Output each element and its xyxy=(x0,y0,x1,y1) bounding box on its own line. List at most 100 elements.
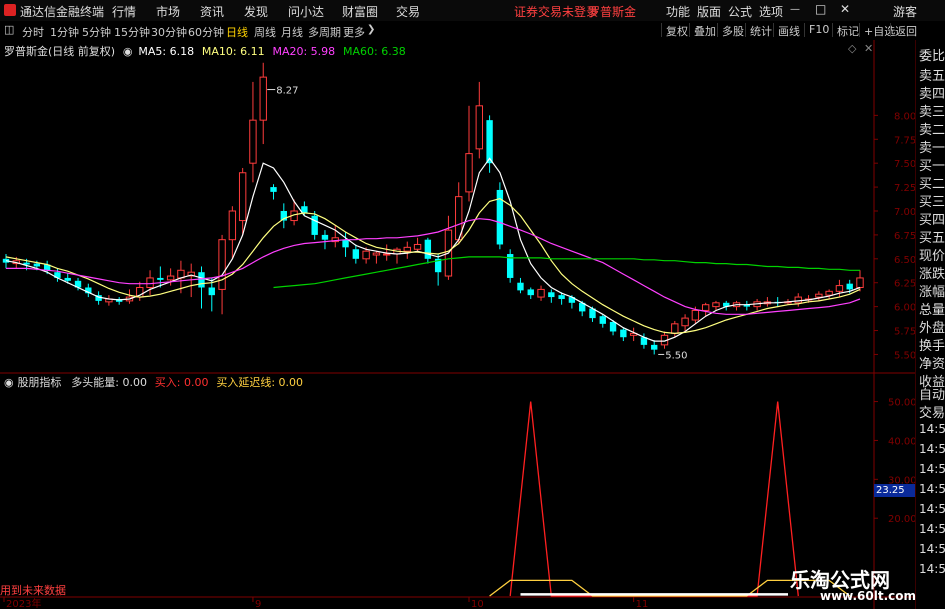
period-tab-30min[interactable]: 30分钟 xyxy=(151,24,187,40)
time-tick-label: 9 xyxy=(255,599,261,609)
period-tab-monthly[interactable]: 月线 xyxy=(281,24,303,40)
candle-body-down xyxy=(64,277,71,281)
settings-circle-icon[interactable]: ◉ xyxy=(123,45,133,58)
sidebar-item-last-price[interactable]: 现价 xyxy=(919,245,945,264)
candle-body-down xyxy=(527,289,534,296)
sidebar-item-bid3[interactable]: 买三 xyxy=(919,191,945,210)
candle-body-up xyxy=(383,253,391,256)
indicator-tick-label: 20.00 xyxy=(888,514,915,525)
sidebar-item-change-pct[interactable]: 涨幅 xyxy=(919,281,945,300)
period-tab-multi[interactable]: 多周期 xyxy=(308,24,341,40)
tool-mark[interactable]: 标记 xyxy=(832,23,859,38)
sidebar-item-change[interactable]: 涨跌 xyxy=(919,263,945,282)
menu-formula[interactable]: 公式 xyxy=(728,3,752,20)
app-logo-icon xyxy=(4,4,16,16)
candle-body-down xyxy=(558,295,565,299)
quote-sidebar: 委比 卖五 卖四 卖三 卖二 卖一 买一 买二 买三 买四 买五 现价 涨跌 涨… xyxy=(915,40,945,609)
sidebar-time: 14:56 xyxy=(919,442,945,456)
sidebar-item-ask3[interactable]: 卖三 xyxy=(919,101,945,120)
tool-multi-stock[interactable]: 多股 xyxy=(717,23,744,38)
menu-trade[interactable]: 交易 xyxy=(396,3,420,20)
price-tick-label: 5.75 xyxy=(894,327,915,338)
panel-close-icon[interactable]: ✕ xyxy=(864,42,873,55)
tool-statistics[interactable]: 统计 xyxy=(745,23,772,38)
sidebar-item-auto[interactable]: 自动 xyxy=(919,384,945,403)
menu-ask-xiaoda[interactable]: 问小达 xyxy=(288,3,324,20)
candle-body-down xyxy=(548,292,555,298)
kline-chart[interactable]: 5.50 5.75 6.00 6.25 6.50 6.75 7.00 7.25 7.50 7.75… xyxy=(0,40,915,609)
period-tab-daily[interactable]: 日线 xyxy=(226,24,248,40)
menu-options[interactable]: 选项 xyxy=(759,3,783,20)
period-tab-1min[interactable]: 1分钟 xyxy=(50,24,79,40)
candle-body-down xyxy=(599,316,606,324)
tool-back[interactable]: 返回 xyxy=(890,23,917,38)
ma5-label: MA5: 6.18 xyxy=(138,45,195,58)
sidebar-item-bid5[interactable]: 买五 xyxy=(919,227,945,246)
sidebar-time: 14:56 xyxy=(919,562,945,576)
sidebar-item-bid4[interactable]: 买四 xyxy=(919,209,945,228)
main-title: 罗普斯金(日线 前复权) xyxy=(4,45,116,58)
current-stock-name: 罗普斯金 xyxy=(588,5,637,19)
period-tab-5min[interactable]: 5分钟 xyxy=(82,24,111,40)
period-tab-intraday[interactable]: 分时 xyxy=(22,24,44,40)
price-tick-label: 7.50 xyxy=(894,159,915,170)
period-tab-weekly[interactable]: 周线 xyxy=(254,24,276,40)
diamond-icon[interactable]: ◇ xyxy=(848,42,856,55)
menu-layout[interactable]: 版面 xyxy=(697,3,721,20)
maximize-icon[interactable]: □ xyxy=(815,2,826,16)
trade-login-notice[interactable]: 证券交易未登录 xyxy=(514,3,598,20)
sidebar-item-trade[interactable]: 交易 xyxy=(919,402,945,421)
menu-function[interactable]: 功能 xyxy=(666,3,690,20)
sidebar-item-volume[interactable]: 总量 xyxy=(919,299,945,318)
candle-body-down xyxy=(620,329,627,338)
price-tick-label: 7.00 xyxy=(894,207,915,218)
sidebar-item-outer[interactable]: 外盘 xyxy=(919,317,945,336)
menu-discover[interactable]: 发现 xyxy=(244,3,268,20)
price-tick-label: 6.50 xyxy=(894,255,915,266)
menu-market[interactable]: 市场 xyxy=(156,3,180,20)
menu-wealth-circle[interactable]: 财富圈 xyxy=(342,3,378,20)
time-tick-label: 2023年 xyxy=(6,597,41,609)
candle-body-up xyxy=(701,304,710,311)
close-icon[interactable]: ✕ xyxy=(840,2,850,16)
sidebar-item-order-ratio[interactable]: 委比 xyxy=(919,45,945,64)
panel-toggle-icon[interactable]: ◫ xyxy=(4,23,14,36)
price-tick-label: 6.25 xyxy=(894,279,915,290)
candle-body-up xyxy=(146,277,154,288)
sidebar-item-turnover[interactable]: 换手 xyxy=(919,335,945,354)
indicator-settings-icon[interactable]: ◉ xyxy=(4,376,14,389)
guest-label[interactable]: 游客 xyxy=(893,3,917,20)
price-tick-label: 6.00 xyxy=(894,303,915,314)
price-tick-label: 6.75 xyxy=(894,231,915,242)
sidebar-time: 14:56 xyxy=(919,502,945,516)
tool-draw-line[interactable]: 画线 xyxy=(773,23,800,38)
sidebar-item-net-assets[interactable]: 净资 xyxy=(919,353,945,372)
period-tab-60min[interactable]: 60分钟 xyxy=(188,24,224,40)
tool-overlay[interactable]: 叠加 xyxy=(689,23,716,38)
candle-body-up xyxy=(681,317,689,327)
sidebar-item-ask5[interactable]: 卖五 xyxy=(919,65,945,84)
sidebar-item-bid1[interactable]: 买一 xyxy=(919,155,945,174)
sidebar-item-ask4[interactable]: 卖四 xyxy=(919,83,945,102)
candle-body-down xyxy=(651,344,658,350)
candle-body-up xyxy=(166,275,175,281)
menu-quotes[interactable]: 行情 xyxy=(112,3,136,20)
sidebar-item-ask2[interactable]: 卖二 xyxy=(919,119,945,138)
high-annotation: 8.27 xyxy=(276,86,298,97)
menu-news[interactable]: 资讯 xyxy=(200,3,224,20)
candle-body-down xyxy=(517,282,524,291)
sidebar-item-ask1[interactable]: 卖一 xyxy=(919,137,945,156)
period-tab-15min[interactable]: 15分钟 xyxy=(114,24,150,40)
period-tab-more[interactable]: 更多 xyxy=(343,24,365,40)
chevron-right-icon[interactable]: ❯ xyxy=(367,24,375,35)
tool-f10[interactable]: F10 xyxy=(804,23,829,37)
minimize-icon[interactable]: — xyxy=(790,4,800,15)
chart-background xyxy=(0,40,915,609)
period-toolbar: ◫ 分时 1分钟 5分钟 15分钟 30分钟 60分钟 日线 周线 月线 多周期… xyxy=(0,21,945,41)
indicator-title: 股朋指标 xyxy=(17,376,62,389)
price-tick-label: 7.25 xyxy=(894,183,915,194)
sub-header: ◉ 股朋指标 多头能量: 0.00 买入: 0.00 买入延迟线: 0.00 xyxy=(4,374,303,389)
tool-adjust[interactable]: 复权 xyxy=(661,23,688,38)
sidebar-time: 14:56 xyxy=(919,482,945,496)
sidebar-item-bid2[interactable]: 买二 xyxy=(919,173,945,192)
